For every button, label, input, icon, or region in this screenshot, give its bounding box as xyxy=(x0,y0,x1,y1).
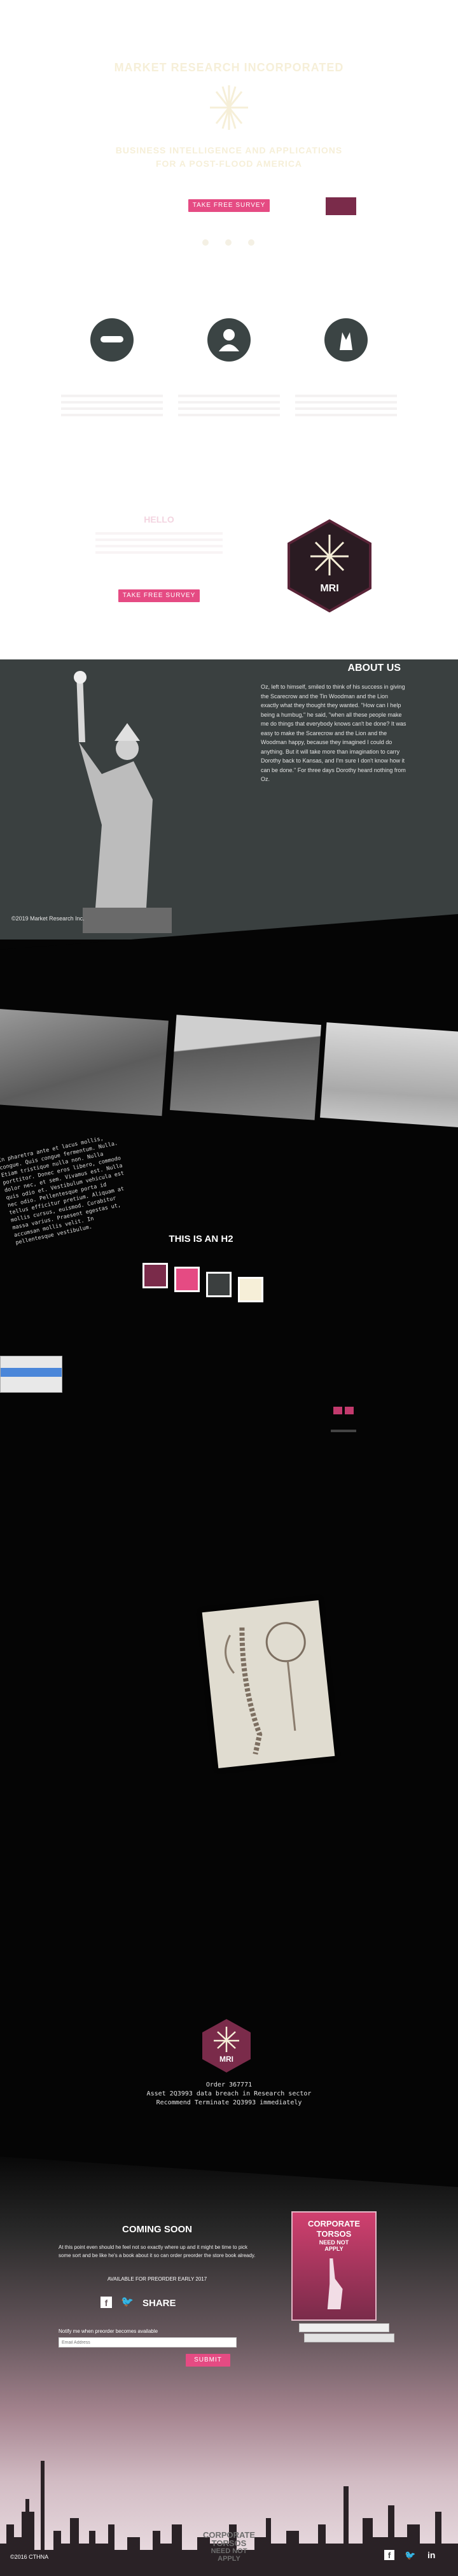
person-icon xyxy=(219,329,239,351)
lorem-mono-block: In pharetra ante et lacus mollis, congue… xyxy=(0,1135,125,1246)
hummingbird-logo-icon xyxy=(197,79,261,136)
hero-subtitle-line2: FOR A POST-FLOOD AMERICA xyxy=(155,158,303,169)
feature-eye-mask xyxy=(90,318,134,362)
order-section: MRI Order 367771 Asset 2Q3993 data breac… xyxy=(0,2018,458,2132)
about-body: Oz, left to himself, smiled to think of … xyxy=(261,684,406,782)
about-copyright: ©2019 Market Research Inc. xyxy=(11,915,85,922)
book-title-3: NEED NOT xyxy=(319,2239,349,2246)
small-caption xyxy=(331,1430,356,1432)
hello-section: HELLO TAKE FREE SURVEY MRI xyxy=(0,496,458,624)
book-title-1: CORPORATE xyxy=(307,2219,361,2228)
footer-logo-2: TORSOS xyxy=(211,2538,247,2548)
footer-copyright: ©2016 CTHNA xyxy=(10,2554,49,2560)
footer-social: f 🐦 in xyxy=(384,2550,448,2563)
anatomy-illustration xyxy=(202,1600,335,1768)
facebook-icon[interactable]: f xyxy=(101,2297,112,2308)
facebook-icon[interactable]: f xyxy=(384,2550,394,2560)
h2-title: THIS IS AN H2 xyxy=(169,1234,233,1244)
email-field[interactable] xyxy=(59,2337,237,2347)
submit-button[interactable]: SUBMIT xyxy=(186,2354,230,2367)
share-label: SHARE xyxy=(142,2298,176,2309)
coming-soon-diagonal xyxy=(0,2149,458,2187)
hero-survey-button[interactable]: TAKE FREE SURVEY xyxy=(188,199,270,212)
eye-mask-icon xyxy=(101,336,123,342)
statue-of-liberty-image xyxy=(57,666,210,933)
photo-gallery xyxy=(0,1006,458,1128)
hello-text xyxy=(95,532,223,558)
social-dot-icon[interactable] xyxy=(202,239,209,246)
social-icons-row xyxy=(202,239,256,247)
coming-soon-body: At this point even should he feel not so… xyxy=(59,2244,256,2258)
swatch-slate[interactable] xyxy=(206,1272,232,1297)
book-statue-icon xyxy=(327,2258,343,2309)
gallery-photo-flood-aerial[interactable] xyxy=(0,1008,169,1116)
hero-title: MARKET RESEARCH INCORPORATED xyxy=(114,61,344,74)
hero-maroon-button[interactable] xyxy=(326,197,356,215)
footer-logo-4: APPLY xyxy=(218,2555,240,2563)
share-row: f 🐦 SHARE xyxy=(101,2297,215,2312)
preorder-notice: AVAILABLE FOR PREORDER EARLY 2017 xyxy=(107,2276,207,2282)
book-stack: CORPORATE TORSOS NEED NOT APPLY xyxy=(288,2211,394,2351)
gallery-photo-skyline[interactable] xyxy=(320,1022,458,1128)
book-title-2: TORSOS xyxy=(316,2229,352,2239)
swatch-maroon[interactable] xyxy=(142,1263,168,1288)
dropdown-selected-row[interactable] xyxy=(1,1368,62,1377)
book-pages xyxy=(304,2333,394,2342)
notify-label: Notify me when preorder becomes availabl… xyxy=(59,2328,158,2334)
feature-person xyxy=(207,318,251,362)
swatch-row xyxy=(142,1263,282,1307)
social-dot-icon[interactable] xyxy=(248,239,254,246)
gallery-photo-valley-town[interactable] xyxy=(170,1015,321,1120)
social-dot-icon[interactable] xyxy=(225,239,232,246)
order-mri-badge: MRI xyxy=(200,2018,253,2074)
feature-text-2 xyxy=(178,395,280,416)
linkedin-icon[interactable]: in xyxy=(427,2550,435,2560)
footer-logo: CORPORATE TORSOS NEED NOT APPLY xyxy=(191,2531,267,2573)
order-mri-label: MRI xyxy=(219,2055,233,2064)
hello-title: HELLO xyxy=(144,514,174,524)
order-line-3: Recommend Terminate 2Q3993 immediately xyxy=(156,2099,302,2106)
feature-hands xyxy=(324,318,368,362)
twitter-icon[interactable]: 🐦 xyxy=(121,2297,135,2308)
order-line-2: Asset 2Q3993 data breach in Research sec… xyxy=(146,2090,312,2097)
order-line-1: Order 367771 xyxy=(205,2081,253,2088)
coming-soon-title: COMING SOON xyxy=(121,2224,192,2235)
footer-logo-3: NEED NOT xyxy=(211,2547,247,2555)
about-section: ABOUT US Oz, left to himself, smiled to … xyxy=(0,659,458,940)
swatch-cream[interactable] xyxy=(238,1277,263,1302)
hero-subtitle-line1: BUSINESS INTELLIGENCE AND APPLICATIONS xyxy=(115,145,343,155)
swatch-pink[interactable] xyxy=(174,1267,200,1292)
dropdown-fragment[interactable] xyxy=(0,1356,62,1393)
twitter-icon[interactable]: 🐦 xyxy=(405,2550,415,2561)
mri-badge-label: MRI xyxy=(320,583,339,594)
pink-tag-icon xyxy=(345,1407,354,1414)
feature-text-3 xyxy=(295,395,397,416)
hero-section: MARKET RESEARCH INCORPORATED BUSINESS IN… xyxy=(0,0,458,267)
mri-badge: MRI xyxy=(285,519,374,613)
about-title: ABOUT US xyxy=(347,663,401,673)
h2-section: In pharetra ante et lacus mollis, congue… xyxy=(0,1136,458,1393)
hands-icon xyxy=(340,332,352,350)
pink-tag-icon xyxy=(333,1407,342,1414)
book-pages xyxy=(299,2323,389,2332)
features-section xyxy=(0,306,458,446)
coming-soon-section: COMING SOON At this point even should he… xyxy=(0,2149,458,2576)
hello-survey-button[interactable]: TAKE FREE SURVEY xyxy=(118,589,200,602)
book-cover: CORPORATE TORSOS NEED NOT APPLY xyxy=(291,2211,377,2321)
book-title-4: APPLY xyxy=(324,2246,344,2252)
feature-text-1 xyxy=(61,395,163,416)
